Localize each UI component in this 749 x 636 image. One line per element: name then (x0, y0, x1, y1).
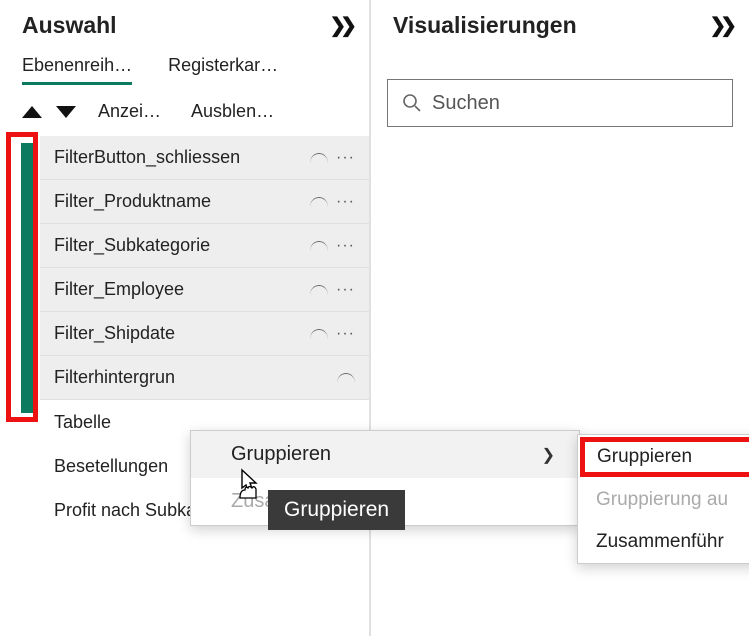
more-icon[interactable]: ··· (336, 281, 355, 299)
submenu-item-merge[interactable]: Zusammenführ (578, 521, 749, 563)
submenu-label: Gruppieren (597, 446, 692, 468)
move-up-icon[interactable] (22, 106, 42, 118)
selection-pane: Auswahl ❯❯ Ebenenreih… Registerkar… Anze… (0, 0, 370, 636)
search-placeholder: Suchen (432, 92, 500, 115)
context-label: Gruppieren (231, 443, 331, 466)
layer-item[interactable]: Filter_Produktname ··· (40, 180, 369, 224)
selection-highlight-annotation (6, 132, 38, 422)
chevron-right-icon: ❯ (542, 445, 555, 465)
submenu-label: Zusammenführ (596, 531, 724, 553)
context-item-merge: Zusa (191, 478, 579, 525)
visibility-icon[interactable] (310, 329, 328, 339)
layer-item[interactable]: Filter_Subkategorie ··· (40, 224, 369, 268)
search-icon (402, 93, 422, 113)
more-icon[interactable]: ··· (336, 193, 355, 211)
move-down-icon[interactable] (56, 106, 76, 118)
layer-item[interactable]: Filter_Shipdate ··· (40, 312, 369, 356)
more-icon[interactable]: ··· (336, 325, 355, 343)
layer-label: Filter_Produktname (54, 191, 310, 212)
more-icon[interactable]: ··· (336, 237, 355, 255)
visibility-icon[interactable] (310, 153, 328, 163)
collapse-right-icon[interactable]: ❯❯ (709, 13, 731, 38)
layer-item[interactable]: Filterhintergrun (40, 356, 369, 400)
context-item-group[interactable]: Gruppieren ❯ (191, 431, 579, 478)
layer-label: Filter_Subkategorie (54, 235, 310, 256)
collapse-right-icon[interactable]: ❯❯ (329, 13, 351, 38)
visualizations-header: Visualisierungen ❯❯ (371, 0, 749, 55)
selection-title: Auswahl (22, 12, 117, 39)
layer-item[interactable]: FilterButton_schliessen ··· (40, 136, 369, 180)
visualizations-title: Visualisierungen (393, 12, 577, 39)
layer-toolbar: Anzei… Ausblen… (0, 85, 369, 132)
submenu-label: Gruppierung au (596, 489, 728, 511)
layer-label: Filterhintergrun (54, 367, 337, 388)
visibility-icon[interactable] (337, 373, 355, 383)
visibility-icon[interactable] (310, 285, 328, 295)
visibility-icon[interactable] (310, 241, 328, 251)
tab-layer-order[interactable]: Ebenenreih… (22, 55, 132, 85)
context-submenu: Gruppieren Gruppierung au Zusammenführ (577, 434, 749, 564)
visibility-icon[interactable] (310, 197, 328, 207)
context-label: Zusa (231, 490, 275, 513)
tab-tab-order[interactable]: Registerkar… (168, 55, 278, 85)
context-menu: Gruppieren ❯ Zusa (190, 430, 580, 526)
layer-label: FilterButton_schliessen (54, 147, 310, 168)
selection-tabs: Ebenenreih… Registerkar… (0, 55, 369, 85)
layer-label: Filter_Shipdate (54, 323, 310, 344)
hide-all-button[interactable]: Ausblen… (191, 101, 274, 122)
submenu-item-ungroup: Gruppierung au (578, 479, 749, 521)
search-input[interactable]: Suchen (387, 79, 733, 127)
layer-item[interactable]: Filter_Employee ··· (40, 268, 369, 312)
layer-label: Filter_Employee (54, 279, 310, 300)
more-icon[interactable]: ··· (336, 149, 355, 167)
submenu-item-group[interactable]: Gruppieren (580, 437, 749, 477)
show-all-button[interactable]: Anzei… (98, 101, 161, 122)
selection-header: Auswahl ❯❯ (0, 0, 369, 55)
